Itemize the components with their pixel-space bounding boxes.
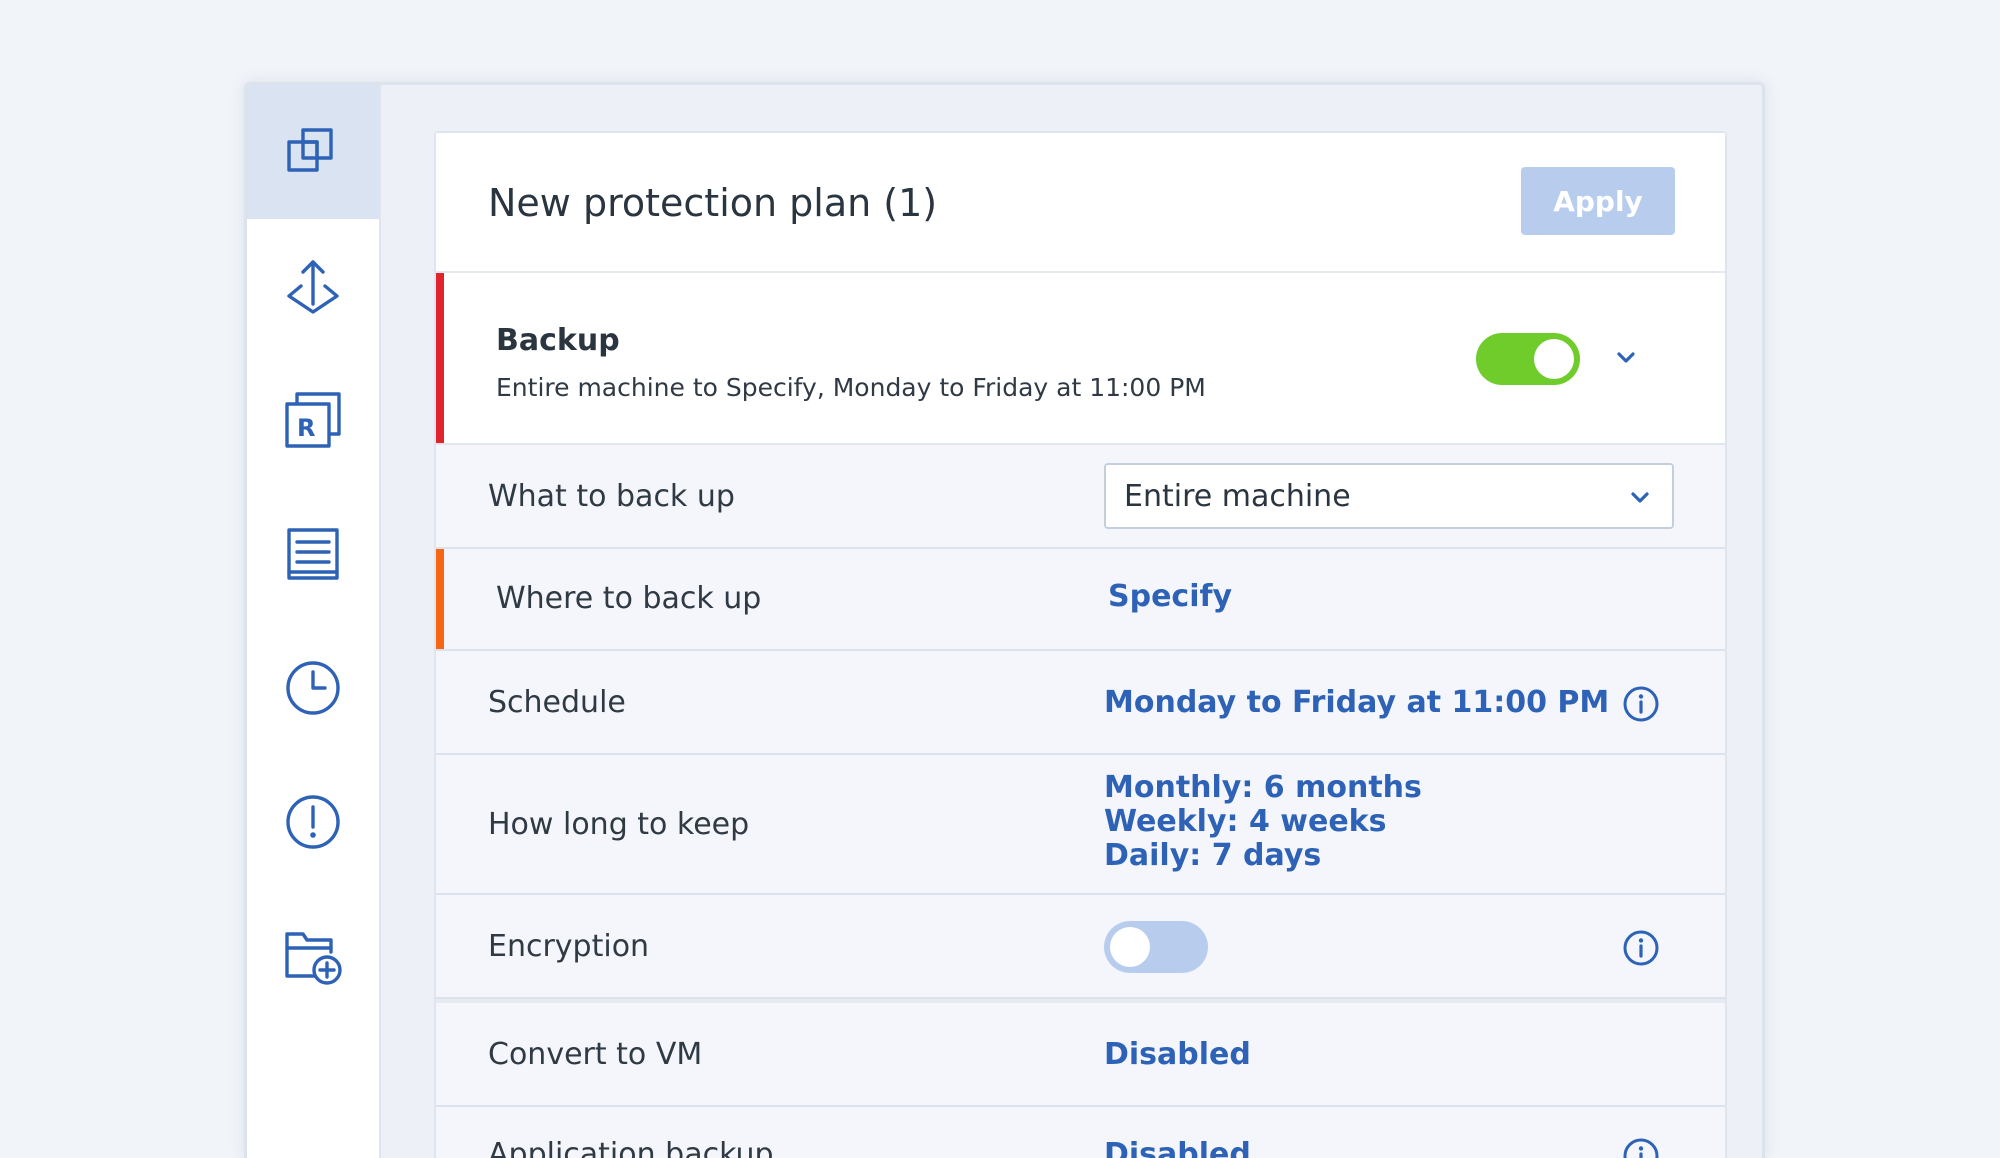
application-backup-link[interactable]: Disabled (1104, 1137, 1251, 1158)
what-to-back-up-select[interactable]: Entire machine (1104, 463, 1674, 529)
chevron-down-icon (1626, 483, 1654, 511)
sidebar-item-alerts[interactable] (247, 755, 379, 889)
schedule-link[interactable]: Monday to Friday at 11:00 PM (1104, 685, 1609, 720)
where-to-back-up-link[interactable]: Specify (1108, 579, 1232, 614)
sidebar-item-history[interactable] (247, 621, 379, 755)
page-title: New protection plan (1) (488, 181, 938, 225)
sidebar-item-recovery[interactable] (247, 219, 379, 353)
sidebar: R (247, 85, 381, 1158)
retention-weekly: Weekly: 4 weeks (1104, 804, 1387, 839)
retention-label: How long to keep (488, 807, 750, 842)
svg-text:R: R (297, 414, 315, 442)
encryption-toggle[interactable] (1104, 921, 1208, 973)
protection-plan-window: R New protection plan (1) Apply Backup E… (244, 82, 1765, 1158)
sidebar-item-plans[interactable] (247, 85, 379, 219)
retention-link[interactable]: Monthly: 6 months Weekly: 4 weeks Daily:… (1104, 771, 1422, 873)
select-value: Entire machine (1124, 479, 1351, 514)
row-application-backup: Application backup Disabled (436, 1107, 1725, 1158)
info-icon[interactable] (1622, 1137, 1660, 1158)
backup-module-header[interactable]: Backup Entire machine to Specify, Monday… (436, 273, 1725, 445)
add-folder-icon (285, 932, 342, 985)
what-to-back-up-label: What to back up (488, 479, 735, 514)
alert-icon (286, 795, 340, 849)
sidebar-item-reports[interactable]: R (247, 353, 379, 487)
where-to-back-up-label: Where to back up (496, 581, 762, 616)
application-backup-label: Application backup (488, 1137, 774, 1158)
sidebar-item-add-folder[interactable] (247, 889, 379, 1023)
convert-to-vm-label: Convert to VM (488, 1037, 703, 1072)
row-what-to-back-up: What to back up Entire machine (436, 445, 1725, 549)
toggle-knob (1534, 339, 1574, 379)
row-schedule: Schedule Monday to Friday at 11:00 PM (436, 651, 1725, 755)
activities-icon (287, 528, 339, 580)
row-encryption: Encryption (436, 895, 1725, 999)
report-icon: R (285, 392, 341, 448)
error-indicator-bar (436, 273, 444, 443)
row-retention: How long to keep Monthly: 6 months Weekl… (436, 755, 1725, 895)
card-header: New protection plan (1) Apply (436, 133, 1725, 273)
plans-icon (287, 128, 333, 172)
info-icon[interactable] (1622, 685, 1660, 723)
retention-monthly: Monthly: 6 months (1104, 770, 1422, 805)
backup-enable-toggle[interactable] (1476, 333, 1580, 385)
recovery-icon (287, 260, 339, 314)
apply-button[interactable]: Apply (1521, 167, 1675, 235)
info-icon[interactable] (1622, 929, 1660, 967)
row-convert-to-vm: Convert to VM Disabled (436, 999, 1725, 1107)
module-summary: Entire machine to Specify, Monday to Fri… (496, 373, 1206, 402)
schedule-label: Schedule (488, 685, 626, 720)
convert-to-vm-link[interactable]: Disabled (1104, 1037, 1251, 1072)
sidebar-item-activities[interactable] (247, 487, 379, 621)
module-title: Backup (496, 323, 620, 358)
toggle-knob (1110, 927, 1150, 967)
collapse-chevron-icon[interactable] (1612, 343, 1640, 371)
plan-card: New protection plan (1) Apply Backup Ent… (434, 131, 1727, 1158)
encryption-label: Encryption (488, 929, 650, 964)
row-where-to-back-up: Where to back up Specify (436, 549, 1725, 651)
clock-icon (286, 661, 340, 715)
warning-indicator-bar (436, 549, 444, 649)
retention-daily: Daily: 7 days (1104, 838, 1322, 873)
